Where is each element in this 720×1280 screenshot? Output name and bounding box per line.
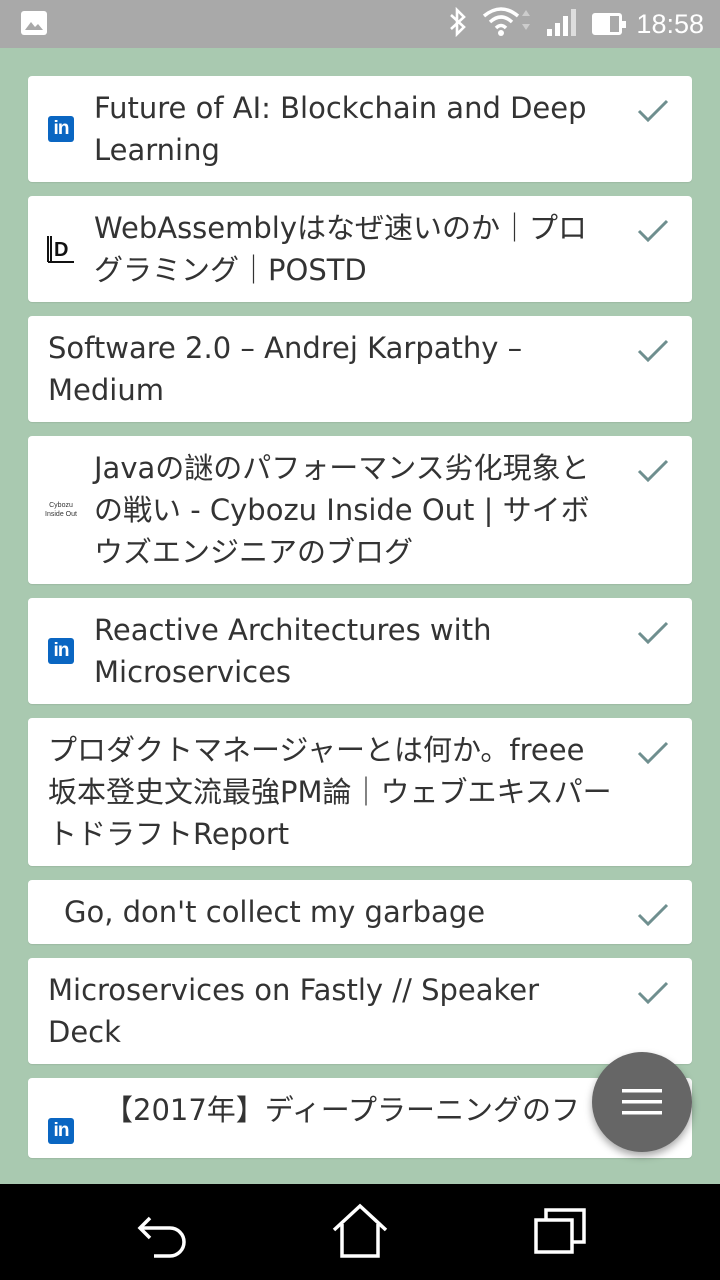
item-title: Javaの謎のパフォーマンス劣化現象との戦い - Cybozu Inside O… xyxy=(94,451,590,569)
back-button[interactable] xyxy=(132,1202,192,1262)
linkedin-icon: in xyxy=(48,638,74,664)
recent-apps-icon xyxy=(534,1208,586,1254)
article-list: in Future of AI: Blockchain and Deep Lea… xyxy=(28,76,692,1172)
check-icon[interactable] xyxy=(636,338,670,368)
check-icon[interactable] xyxy=(636,458,670,488)
battery-icon xyxy=(592,13,627,35)
linkedin-icon: in xyxy=(48,116,74,142)
item-title: WebAssemblyはなぜ速いのか｜プログラミング｜POSTD xyxy=(94,211,588,287)
list-item[interactable]: in Future of AI: Blockchain and Deep Lea… xyxy=(28,76,692,182)
list-item[interactable]: D WebAssemblyはなぜ速いのか｜プログラミング｜POSTD xyxy=(28,196,692,302)
cybozu-icon: Cybozu Inside Out xyxy=(45,502,77,518)
check-icon[interactable] xyxy=(636,620,670,650)
back-icon xyxy=(137,1216,186,1258)
item-title: Software 2.0 – Andrej Karpathy – Medium xyxy=(48,331,523,407)
list-item[interactable]: プロダクトマネージャーとは何か。freee坂本登史文流最強PM論｜ウェブエキスパ… xyxy=(28,718,692,866)
list-item[interactable]: Microservices on Fastly // Speaker Deck xyxy=(28,958,692,1064)
list-item[interactable]: Cybozu Inside Out Javaの謎のパフォーマンス劣化現象との戦い… xyxy=(28,436,692,584)
linkedin-icon: in xyxy=(48,1118,74,1144)
postd-icon: D xyxy=(47,236,74,263)
home-icon xyxy=(332,1203,388,1258)
image-icon xyxy=(20,10,48,40)
bluetooth-icon xyxy=(448,6,468,41)
item-title: Microservices on Fastly // Speaker Deck xyxy=(48,973,540,1049)
check-icon[interactable] xyxy=(636,218,670,248)
svg-text:D: D xyxy=(54,239,68,261)
home-button[interactable] xyxy=(330,1202,390,1262)
hamburger-menu-icon xyxy=(622,1089,662,1115)
check-icon[interactable] xyxy=(636,902,670,932)
status-time: 18:58 xyxy=(636,8,704,39)
check-icon[interactable] xyxy=(636,740,670,770)
status-bar: 18:58 xyxy=(0,0,720,48)
check-icon[interactable] xyxy=(636,98,670,128)
check-icon[interactable] xyxy=(636,980,670,1010)
item-title: Future of AI: Blockchain and Deep Learni… xyxy=(94,91,587,167)
signal-icon xyxy=(546,7,578,41)
item-title: プロダクトマネージャーとは何か。freee坂本登史文流最強PM論｜ウェブエキスパ… xyxy=(48,733,612,851)
item-title: Reactive Architectures with Microservice… xyxy=(94,613,492,689)
list-item[interactable]: Go, don't collect my garbage xyxy=(28,880,692,944)
list-item[interactable]: Software 2.0 – Andrej Karpathy – Medium xyxy=(28,316,692,422)
wifi-icon xyxy=(482,6,532,42)
menu-fab-button[interactable] xyxy=(592,1052,692,1152)
item-title: Go, don't collect my garbage xyxy=(64,895,486,929)
navigation-bar xyxy=(0,1184,720,1280)
list-item[interactable]: in Reactive Architectures with Microserv… xyxy=(28,598,692,704)
recent-apps-button[interactable] xyxy=(530,1202,590,1262)
